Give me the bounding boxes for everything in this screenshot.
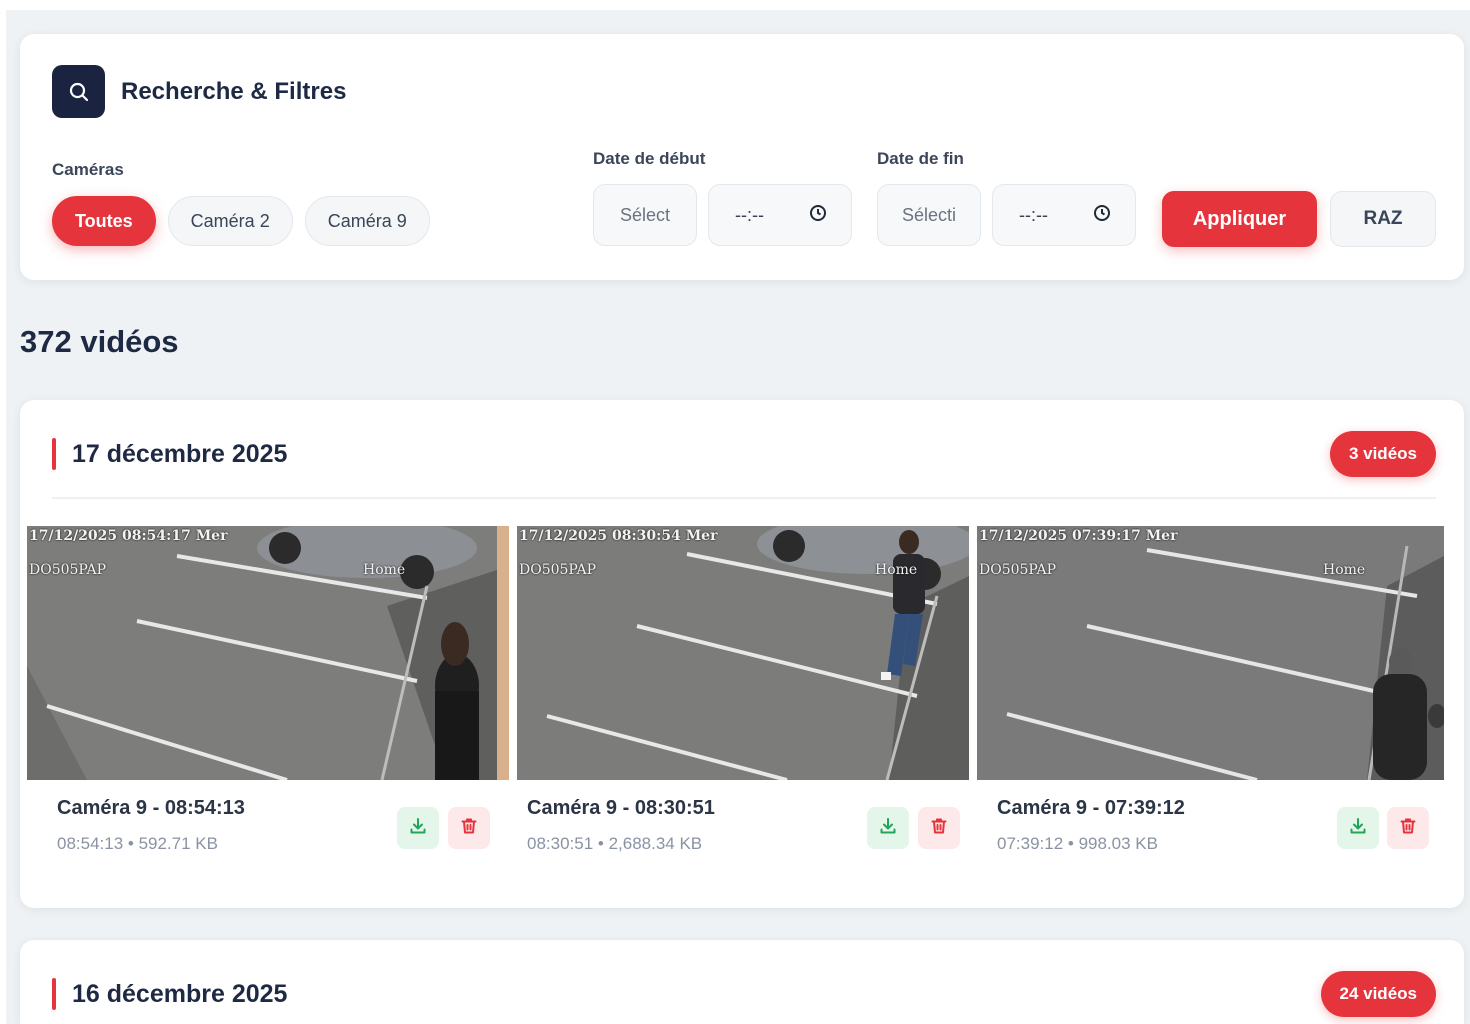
day-section: 17 décembre 2025 3 vidéos 17/12/2025 08:… <box>20 400 1464 908</box>
divider <box>52 497 1436 499</box>
chip-all-cameras[interactable]: Toutes <box>52 196 156 246</box>
video-title: Caméra 9 - 07:39:12 <box>997 797 1185 819</box>
video-overlay-timestamp: 17/12/2025 08:54:17 Mer <box>29 528 228 544</box>
day-video-count-badge: 24 vidéos <box>1320 971 1436 1017</box>
day-header: 17 décembre 2025 <box>52 438 287 470</box>
start-date-placeholder: Sélect <box>619 204 671 225</box>
video-overlay-timestamp: 17/12/2025 07:39:17 Mer <box>979 528 1178 544</box>
day-video-count-badge: 3 vidéos <box>1329 431 1436 477</box>
start-date-label: Date de début <box>593 149 706 168</box>
left-strip <box>0 0 6 1024</box>
day-accent-bar <box>52 978 56 1010</box>
filter-header: Recherche & Filtres <box>52 65 346 118</box>
video-overlay-camera: DO505PAP <box>979 562 1057 578</box>
chip-camera-2[interactable]: Caméra 2 <box>167 196 293 246</box>
filter-title: Recherche & Filtres <box>121 77 347 105</box>
filter-panel: Recherche & Filtres Caméras Toutes Camér… <box>20 34 1464 280</box>
trash-icon <box>459 816 479 841</box>
chip-camera-9[interactable]: Caméra 9 <box>304 196 430 246</box>
day-title: 17 décembre 2025 <box>72 439 288 468</box>
download-icon <box>1348 816 1368 841</box>
start-time-input[interactable]: --:-- <box>708 184 852 246</box>
camera-chip-group: Toutes Caméra 2 Caméra 9 <box>52 196 430 246</box>
video-thumbnail[interactable]: 17/12/2025 08:30:54 Mer DO505PAP Home <box>517 526 969 780</box>
video-overlay-home: Home <box>875 562 918 578</box>
delete-button[interactable] <box>1387 807 1429 849</box>
video-meta: 08:30:51 • 2,688.34 KB <box>527 834 703 853</box>
video-overlay-home: Home <box>1323 562 1366 578</box>
video-meta: 07:39:12 • 998.03 KB <box>997 834 1158 853</box>
video-count-title: 372 vidéos <box>20 324 179 359</box>
trash-icon <box>929 816 949 841</box>
day-section: 16 décembre 2025 24 vidéos <box>20 940 1464 1024</box>
download-icon <box>878 816 898 841</box>
video-thumbnail[interactable]: 17/12/2025 07:39:17 Mer DO505PAP Home <box>977 526 1444 780</box>
video-overlay-home: Home <box>363 562 406 578</box>
reset-button[interactable]: RAZ <box>1330 191 1436 247</box>
end-time-input[interactable]: --:-- <box>992 184 1136 246</box>
video-overlay-camera: DO505PAP <box>519 562 597 578</box>
video-meta: 08:54:13 • 592.71 KB <box>57 834 218 853</box>
video-thumbnail[interactable]: 17/12/2025 08:54:17 Mer DO505PAP Home <box>27 526 509 780</box>
clock-icon <box>809 204 827 227</box>
video-card: 17/12/2025 07:39:17 Mer DO505PAP Home Ca… <box>977 526 1444 853</box>
video-title: Caméra 9 - 08:54:13 <box>57 797 245 819</box>
clock-icon <box>1093 204 1111 227</box>
cameras-label: Caméras <box>52 160 124 179</box>
delete-button[interactable] <box>918 807 960 849</box>
top-strip <box>0 0 1470 10</box>
video-overlay-camera: DO505PAP <box>29 562 107 578</box>
video-card: 17/12/2025 08:30:54 Mer DO505PAP Home Ca… <box>517 526 969 853</box>
search-icon <box>52 65 105 118</box>
day-header: 16 décembre 2025 <box>52 978 287 1010</box>
end-date-placeholder: Sélecti <box>901 204 957 225</box>
start-date-input[interactable]: Sélect <box>593 184 697 246</box>
end-date-input[interactable]: Sélecti <box>877 184 981 246</box>
download-button[interactable] <box>397 807 439 849</box>
start-time-value: --:-- <box>735 204 764 225</box>
delete-button[interactable] <box>448 807 490 849</box>
end-time-value: --:-- <box>1019 204 1048 225</box>
download-button[interactable] <box>1337 807 1379 849</box>
apply-button[interactable]: Appliquer <box>1162 191 1317 247</box>
download-icon <box>408 816 428 841</box>
video-overlay-timestamp: 17/12/2025 08:30:54 Mer <box>519 528 718 544</box>
download-button[interactable] <box>867 807 909 849</box>
day-title: 16 décembre 2025 <box>72 979 288 1008</box>
trash-icon <box>1398 816 1418 841</box>
video-title: Caméra 9 - 08:30:51 <box>527 797 715 819</box>
day-accent-bar <box>52 438 56 470</box>
video-card: 17/12/2025 08:54:17 Mer DO505PAP Home Ca… <box>27 526 509 853</box>
end-date-label: Date de fin <box>877 149 964 168</box>
